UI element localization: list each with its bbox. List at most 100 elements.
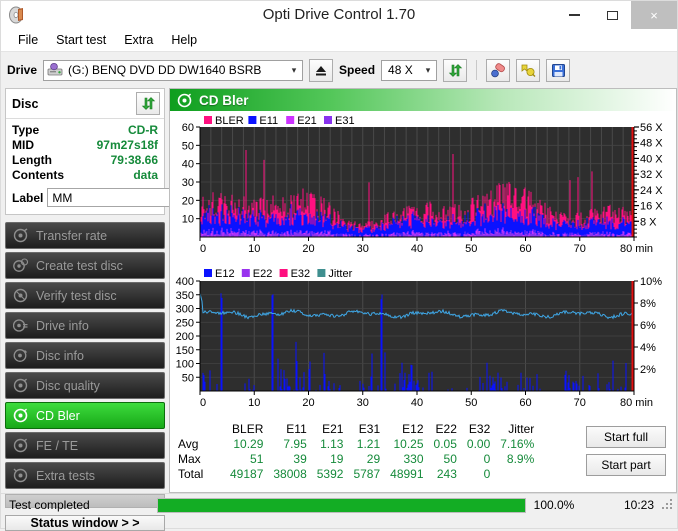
disc-row-value: 97m27s18f: [96, 138, 158, 152]
disc-row-type: Type CD-R: [12, 123, 158, 138]
disc-row-key: Length: [12, 153, 52, 167]
disc-panel: Disc Type CD-R MID 97m27s18f Length 79:3…: [5, 88, 234, 215]
cell-max-e21: 19: [330, 452, 344, 466]
close-button[interactable]: ×: [631, 1, 677, 29]
erase-button[interactable]: [486, 58, 511, 82]
maximize-button[interactable]: [593, 1, 631, 29]
disc-row-key: Type: [12, 123, 40, 137]
svg-text:16 X: 16 X: [640, 201, 663, 213]
cd-bler-e12-chart[interactable]: E12 E22 E32 Jitter 50 100 150 200 250 300 350 400 2%…: [172, 265, 672, 420]
row-label-max: Max: [178, 452, 201, 466]
cell-avg-jitter: 7.16%: [500, 437, 535, 451]
sidebar-item-label: FE / TE: [36, 438, 79, 453]
menu-file[interactable]: File: [10, 31, 46, 49]
sidebar-item-label: Drive info: [36, 318, 89, 333]
disc-row-key: Contents: [12, 168, 64, 182]
svg-text:48 X: 48 X: [640, 138, 663, 150]
sidebar-item-verify-test-disc[interactable]: Verify test disc: [5, 282, 165, 309]
sidebar-item-disc-info[interactable]: Disc info: [5, 342, 165, 369]
disc-refresh-button[interactable]: [136, 92, 160, 115]
cell-total-e12: 48991: [390, 467, 424, 481]
progress-percent: 100.0%: [533, 498, 575, 512]
svg-text:50: 50: [465, 397, 477, 409]
svg-text:Jitter: Jitter: [328, 268, 352, 280]
sidebar-item-label: Disc info: [36, 348, 84, 363]
cell-total-bler: 49187: [230, 467, 264, 481]
resize-grip[interactable]: [661, 498, 675, 512]
svg-text:40: 40: [182, 159, 194, 171]
svg-text:40 X: 40 X: [640, 153, 663, 165]
start-part-button[interactable]: Start part: [586, 454, 666, 476]
chevron-down-icon: ▾: [291, 64, 297, 75]
svg-text:350: 350: [176, 290, 194, 302]
cell-avg-bler: 10.29: [233, 437, 264, 451]
table-row: Total 49187 38008 5392 5787 48991 243 0: [178, 467, 539, 482]
cell-avg-e21: 1.13: [320, 437, 344, 451]
svg-text:E22: E22: [253, 268, 273, 280]
svg-text:10: 10: [182, 214, 194, 226]
svg-text:8%: 8%: [640, 298, 656, 310]
action-buttons: Start full Start part: [586, 422, 670, 482]
content-panel: CD Bler BLER E11 E21 E31 10 20 30 40 50 60 8 X 16 X…: [169, 88, 677, 493]
sidebar-item-fe-te[interactable]: FE / TE: [5, 432, 165, 459]
sidebar-item-transfer-rate[interactable]: Transfer rate: [5, 222, 165, 249]
sidebar-item-drive-info[interactable]: Drive info: [5, 312, 165, 339]
col-e22: E22: [435, 422, 457, 436]
svg-text:80 min: 80 min: [620, 243, 653, 255]
corner-cell: [178, 422, 225, 437]
statistics-table: BLER E11 E21 E31 E12 E22 E32 Jitter Avg: [178, 422, 539, 482]
cell-max-jitter: 8.9%: [506, 452, 535, 466]
eject-icon: [316, 65, 327, 75]
svg-text:200: 200: [176, 331, 194, 343]
refresh-button[interactable]: [443, 58, 468, 82]
content-header: CD Bler: [170, 89, 676, 111]
disc-info-icon: [13, 348, 28, 363]
sidebar-item-cd-bler[interactable]: CD Bler: [5, 402, 165, 429]
progress-bar-fill: [158, 498, 525, 512]
svg-text:70: 70: [574, 243, 586, 255]
speed-value: 48 X: [388, 63, 413, 77]
menu-start-test[interactable]: Start test: [48, 31, 114, 49]
svg-text:30: 30: [182, 177, 194, 189]
col-e12: E12: [402, 422, 424, 436]
disc-test-icon: [13, 228, 28, 243]
sidebar-item-label: Transfer rate: [36, 228, 108, 243]
menu-extra[interactable]: Extra: [116, 31, 161, 49]
col-e31: E31: [358, 422, 381, 436]
drive-select[interactable]: (G:) BENQ DVD DD DW1640 BSRB ▾: [43, 59, 304, 81]
sidebar-item-disc-quality[interactable]: Disc quality: [5, 372, 165, 399]
disc-row-contents: Contents data: [12, 168, 158, 183]
svg-text:E31: E31: [335, 115, 355, 127]
sidebar-item-label: Extra tests: [36, 468, 96, 483]
cd-bler-error-chart[interactable]: BLER E11 E21 E31 10 20 30 40 50 60 8 X 16 X 24 X 32 X…: [172, 113, 672, 265]
sidebar-item-create-test-disc[interactable]: Create test disc: [5, 252, 165, 279]
bookmark-button[interactable]: [516, 58, 541, 82]
start-full-button[interactable]: Start full: [586, 426, 666, 448]
cell-total-jitter: [495, 467, 539, 482]
minimize-button[interactable]: [555, 1, 593, 29]
cell-max-e22: 50: [443, 452, 457, 466]
disc-row-length: Length 79:38.66: [12, 153, 158, 168]
eject-button[interactable]: [309, 58, 334, 82]
save-button[interactable]: [546, 58, 571, 82]
charts-area: BLER E11 E21 E31 10 20 30 40 50 60 8 X 16 X 24 X 32 X…: [170, 111, 676, 420]
svg-text:40: 40: [411, 397, 423, 409]
disc-row-value: 79:38.66: [110, 153, 158, 167]
col-e11: E11: [286, 422, 307, 436]
svg-text:56 X: 56 X: [640, 122, 663, 134]
sidebar-item-extra-tests[interactable]: Extra tests: [5, 462, 165, 489]
svg-text:0: 0: [200, 243, 206, 255]
fe-te-icon: [13, 438, 28, 453]
speed-select[interactable]: 48 X ▾: [381, 59, 438, 81]
svg-text:20: 20: [302, 243, 314, 255]
row-label-total: Total: [178, 467, 204, 481]
title-bar: Opti Drive Control 1.70 ×: [1, 1, 677, 29]
main-body: Disc Type CD-R MID 97m27s18f Length 79:3…: [1, 88, 677, 531]
menu-help[interactable]: Help: [163, 31, 205, 49]
svg-text:24 X: 24 X: [640, 185, 663, 197]
cell-total-e32: 0: [483, 467, 491, 481]
bookmark-icon: [521, 64, 536, 77]
svg-text:30: 30: [357, 243, 369, 255]
cell-max-e11: 39: [293, 452, 307, 466]
svg-text:10: 10: [248, 397, 260, 409]
